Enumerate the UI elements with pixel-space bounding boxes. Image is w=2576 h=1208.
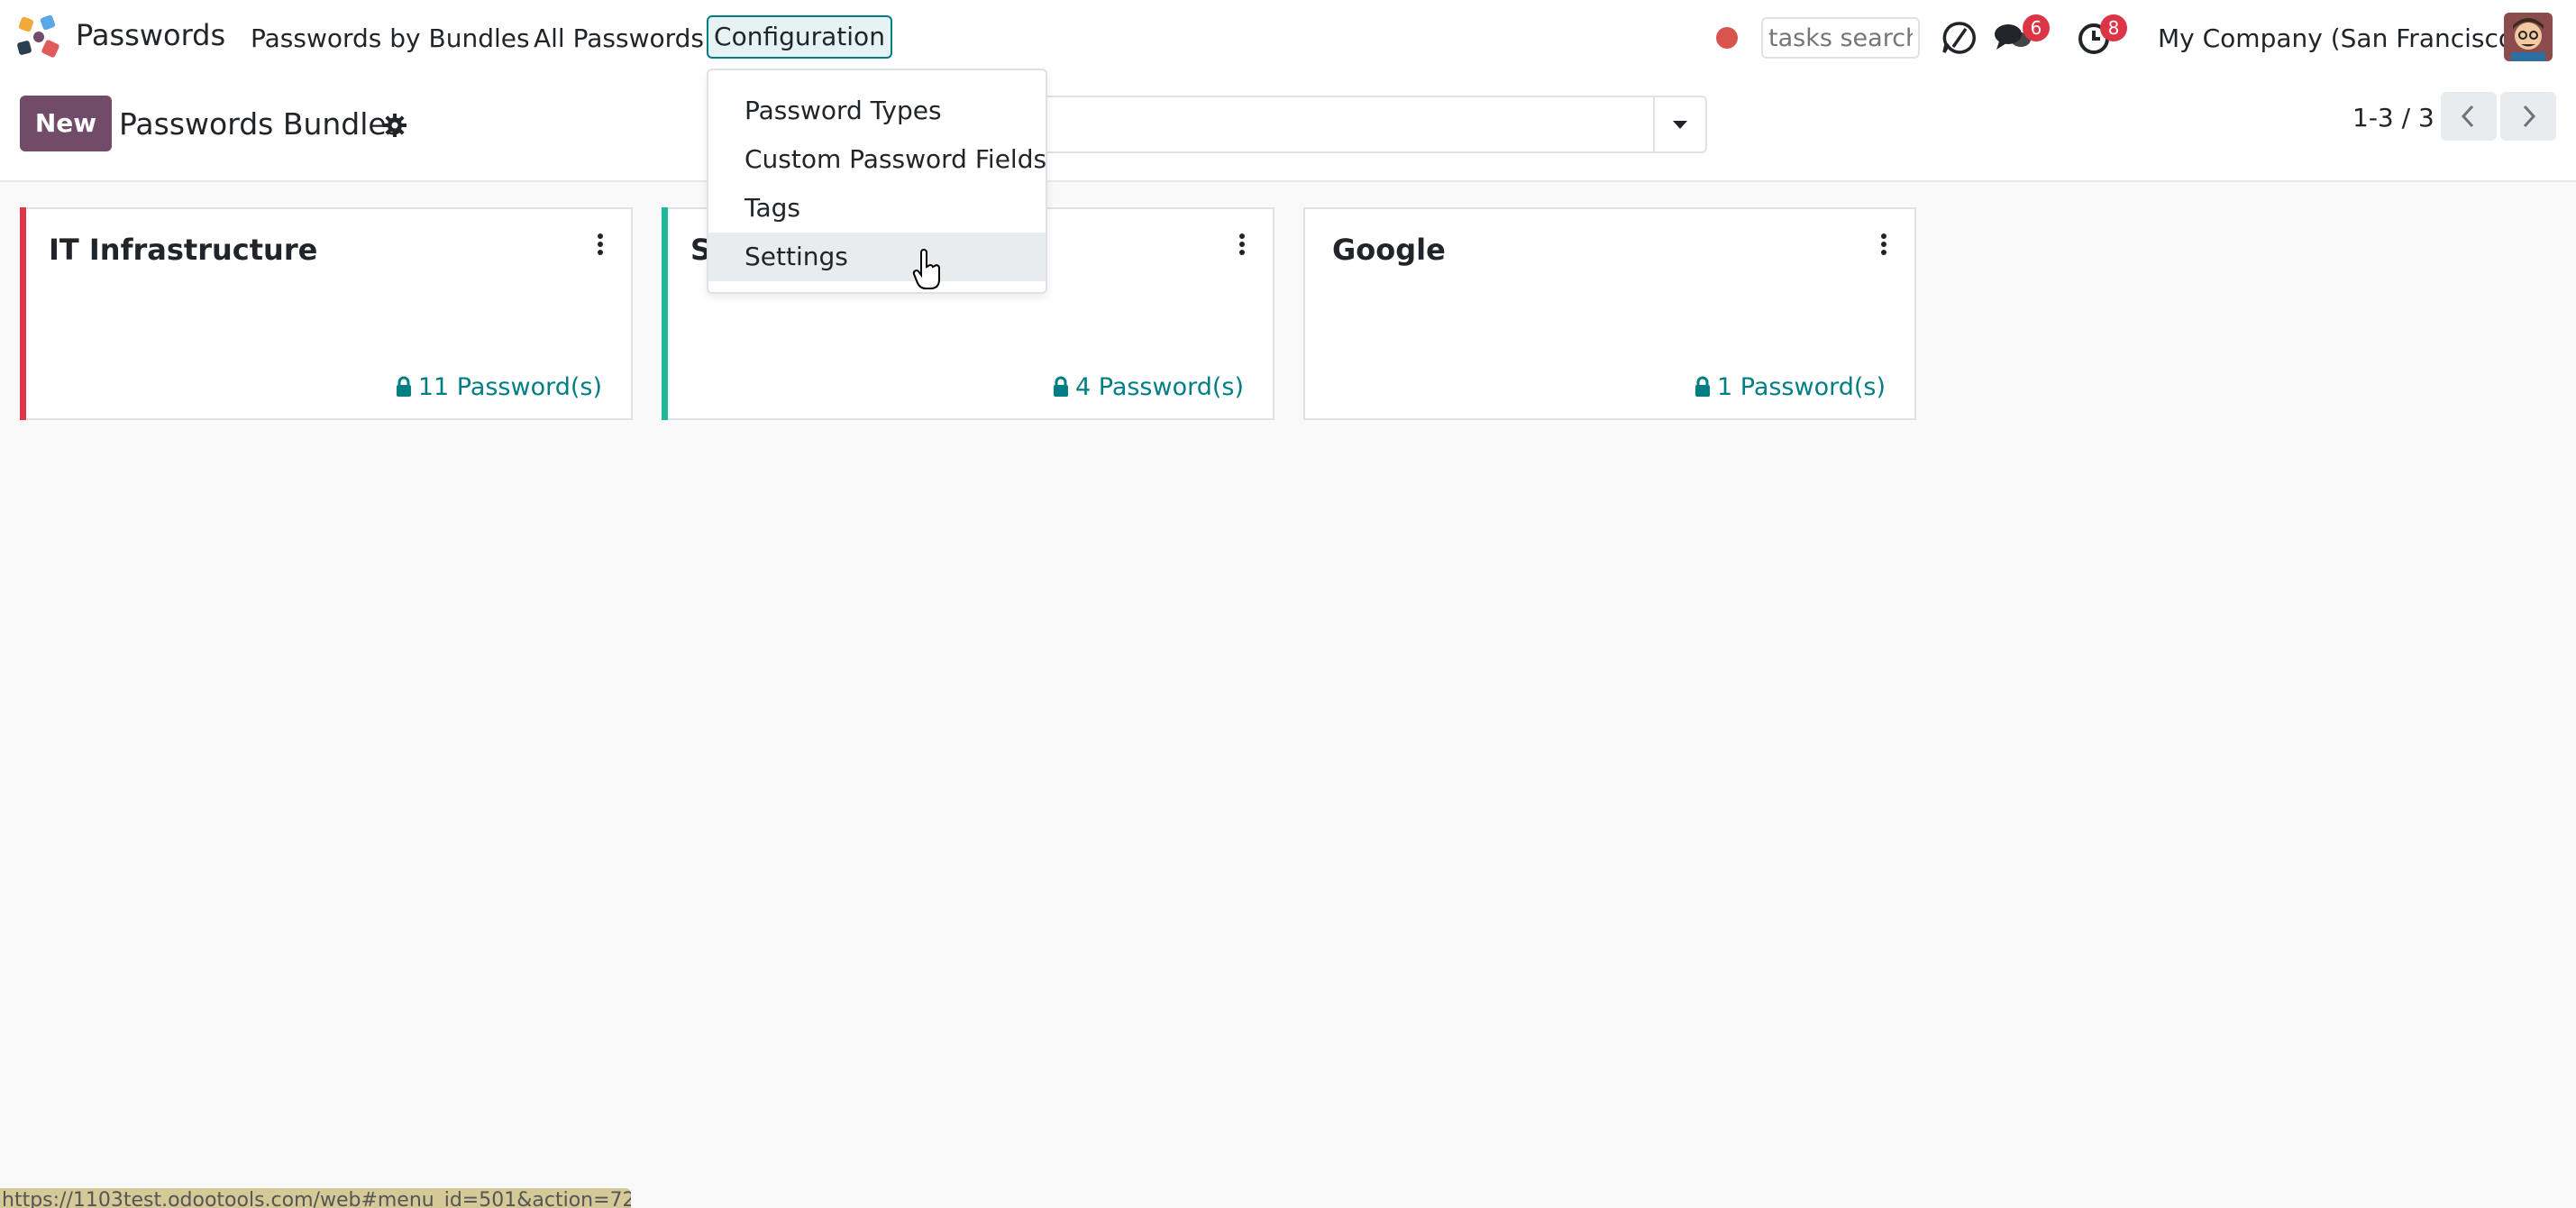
page-title: Passwords Bundles — [119, 106, 402, 142]
menu-item-tags[interactable]: Tags — [708, 184, 1046, 233]
company-switcher[interactable]: My Company (San Francisco) — [2158, 23, 2524, 53]
nav-passwords-by-bundles[interactable]: Passwords by Bundles — [251, 23, 530, 53]
pager-next-button[interactable] — [2500, 92, 2556, 141]
card-menu-icon[interactable] — [1878, 233, 1889, 258]
user-avatar[interactable] — [2504, 13, 2553, 61]
status-bar-url: https://1103test.odootools.com/web#menu_… — [0, 1188, 631, 1208]
nav-all-passwords[interactable]: All Passwords — [534, 23, 704, 53]
password-count: 1 Password(s) — [1716, 373, 1886, 401]
new-button[interactable]: New — [20, 96, 112, 151]
hand-pointer-cursor-icon — [912, 249, 943, 292]
password-count-link[interactable]: 1 Password(s) — [1694, 373, 1886, 401]
recording-indicator[interactable] — [1716, 27, 1738, 49]
app-name[interactable]: Passwords — [76, 18, 225, 52]
chevron-left-icon — [2461, 105, 2474, 128]
menu-item-password-types[interactable]: Password Types — [708, 87, 1046, 135]
configuration-dropdown-menu: Password Types Custom Password Fields Ta… — [707, 69, 1047, 294]
activities-badge: 8 — [2100, 14, 2127, 41]
card-title: Google — [1332, 233, 1446, 267]
card-title: IT Infrastructure — [49, 233, 318, 267]
passwords-app-icon[interactable] — [14, 13, 63, 61]
password-count-link[interactable]: 4 Password(s) — [1052, 373, 1244, 401]
nav-configuration[interactable]: Configuration — [707, 15, 892, 59]
card-color-bar — [20, 207, 26, 420]
caret-down-icon — [1673, 121, 1687, 129]
gear-icon[interactable] — [382, 113, 407, 138]
chevron-right-icon — [2523, 105, 2536, 128]
password-count: 11 Password(s) — [417, 373, 602, 401]
card-menu-icon[interactable] — [595, 233, 606, 258]
password-count: 4 Password(s) — [1074, 373, 1244, 401]
voip-icon[interactable] — [1941, 20, 1978, 59]
password-count-link[interactable]: 11 Password(s) — [395, 373, 602, 401]
card-color-bar — [662, 207, 668, 420]
search-input[interactable] — [1046, 96, 1655, 153]
kanban-card[interactable]: Google 1 Password(s) — [1303, 207, 1916, 420]
lock-icon — [1694, 376, 1710, 397]
menu-item-custom-password-fields[interactable]: Custom Password Fields — [708, 135, 1046, 184]
lock-icon — [1053, 376, 1068, 397]
kanban-card[interactable]: IT Infrastructure 11 Password(s) — [20, 207, 633, 420]
pager-value[interactable]: 1-3 / 3 — [2352, 103, 2434, 133]
top-navbar: Passwords Passwords by Bundles All Passw… — [0, 0, 2576, 76]
messages-badge: 6 — [2023, 14, 2050, 41]
menu-item-settings[interactable]: Settings — [708, 233, 1046, 281]
lock-icon — [396, 376, 411, 397]
search-options-toggle[interactable] — [1653, 96, 1707, 153]
tasks-search-input[interactable] — [1761, 17, 1920, 59]
pager-previous-button[interactable] — [2441, 92, 2497, 141]
card-menu-icon[interactable] — [1237, 233, 1247, 258]
